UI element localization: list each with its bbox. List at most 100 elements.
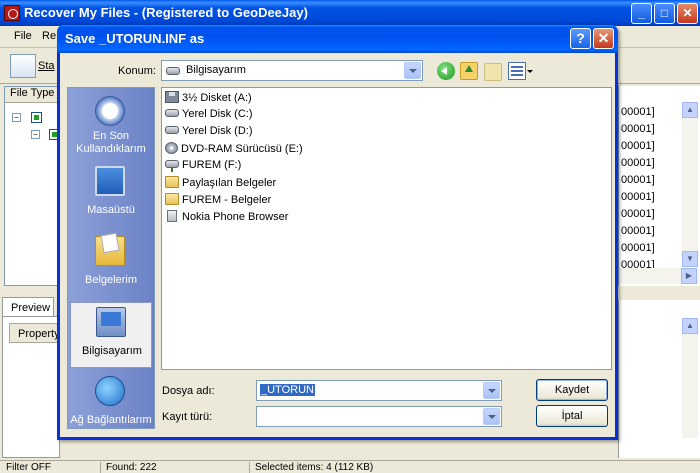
list-item[interactable]: 00001]: [621, 225, 655, 242]
minimize-button[interactable]: _: [631, 3, 652, 24]
item-label: 3½ Disket (A:): [182, 92, 252, 104]
desktop-icon: [95, 166, 125, 196]
file-type-header: File Type: [5, 87, 59, 103]
my-computer-icon: [96, 307, 126, 337]
recent-documents-icon: [95, 96, 125, 126]
back-icon[interactable]: [437, 62, 455, 80]
scroll-up-icon[interactable]: ▲: [682, 102, 698, 118]
tree-collapse-icon[interactable]: −: [12, 113, 21, 122]
up-folder-icon[interactable]: [460, 62, 478, 80]
chevron-down-icon[interactable]: [483, 408, 500, 425]
list-item-shared-docs[interactable]: Paylaşılan Belgeler: [165, 176, 276, 192]
list-item[interactable]: 00001]: [621, 174, 655, 191]
filename-label: Dosya adı:: [162, 385, 215, 397]
start-button[interactable]: Sta: [10, 54, 55, 78]
chevron-down-icon[interactable]: [483, 382, 500, 399]
preview-content-panel: ▲: [618, 300, 700, 458]
tree-collapse-icon[interactable]: −: [31, 130, 40, 139]
app-title: Recover My Files - (Registered to GeoDee…: [24, 5, 308, 20]
item-label: FUREM - Belgeler: [182, 194, 272, 206]
item-label: FUREM (F:): [182, 159, 242, 171]
status-bar: Filter OFF Found: 222 Selected items: 4 …: [0, 460, 700, 473]
filename-value[interactable]: _UTORUN: [260, 384, 315, 396]
place-recent[interactable]: En Son Kullandıklarım: [70, 92, 152, 158]
list-item-disk-c[interactable]: Yerel Disk (C:): [165, 108, 253, 124]
item-label: Paylaşılan Belgeler: [182, 177, 277, 189]
status-separator: [100, 462, 101, 473]
properties-button[interactable]: Property: [9, 323, 59, 343]
cancel-button[interactable]: İptal: [536, 405, 608, 427]
scroll-right-icon[interactable]: ▶: [681, 268, 697, 284]
list-item-nokia[interactable]: Nokia Phone Browser: [165, 210, 288, 226]
new-folder-icon[interactable]: [484, 63, 502, 81]
start-label: Sta: [38, 60, 55, 72]
list-item[interactable]: 00001]: [621, 157, 655, 174]
hard-disk-icon: [165, 126, 179, 134]
file-browser-list: 3½ Disket (A:) Yerel Disk (C:) Yerel Dis…: [161, 87, 612, 370]
list-item[interactable]: 00001]: [621, 191, 655, 208]
folder-icon: [165, 176, 179, 188]
places-bar: En Son Kullandıklarım Masaüstü Belgeleri…: [67, 87, 155, 429]
status-separator: [249, 462, 250, 473]
start-search-icon: [10, 54, 36, 78]
list-item-dvd[interactable]: DVD-RAM Sürücüsü (E:): [165, 142, 303, 158]
list-item[interactable]: 00001]: [621, 242, 655, 259]
item-label: DVD-RAM Sürücüsü (E:): [181, 143, 303, 155]
preview-scrollbar[interactable]: ▲: [682, 318, 698, 438]
vertical-scrollbar[interactable]: ▲ ▼: [682, 102, 698, 267]
place-network[interactable]: Ağ Bağlantılarım: [70, 372, 152, 438]
place-desktop[interactable]: Masaüstü: [70, 162, 152, 228]
dialog-close-button[interactable]: ✕: [593, 28, 614, 49]
save-as-dialog: Save _UTORUN.INF as ? ✕ Konum: Bilgisaya…: [57, 25, 618, 440]
file-type-tree: File Type − −: [4, 86, 60, 286]
horizontal-scrollbar[interactable]: ▶: [619, 268, 699, 284]
list-item[interactable]: 00001]: [621, 123, 655, 140]
place-label: Ağ Bağlantılarım: [70, 414, 152, 426]
network-places-icon: [95, 376, 125, 406]
phone-icon: [167, 210, 177, 222]
save-button[interactable]: Kaydet: [536, 379, 608, 401]
place-my-computer[interactable]: Bilgisayarım: [70, 302, 152, 368]
list-item[interactable]: 00001]: [621, 208, 655, 225]
computer-small-icon: [166, 67, 180, 75]
help-button[interactable]: ?: [570, 28, 591, 49]
list-item-furem-docs[interactable]: FUREM - Belgeler: [165, 193, 271, 209]
list-item[interactable]: 00001]: [621, 140, 655, 157]
place-my-documents[interactable]: Belgelerim: [70, 232, 152, 298]
scroll-up-icon[interactable]: ▲: [682, 318, 698, 334]
item-label: Yerel Disk (C:): [182, 108, 253, 120]
item-label: Yerel Disk (D:): [182, 125, 253, 137]
list-item[interactable]: 00001]: [621, 106, 655, 123]
maximize-button[interactable]: □: [654, 3, 675, 24]
preview-panel: Property: [2, 316, 60, 458]
views-caret-icon[interactable]: [527, 70, 533, 73]
place-label: En Son Kullandıklarım: [76, 130, 146, 155]
tree-checkbox[interactable]: [31, 112, 42, 123]
status-selected: Selected items: 4 (112 KB): [255, 462, 374, 473]
location-value: Bilgisayarım: [186, 64, 246, 76]
close-button[interactable]: ✕: [677, 3, 698, 24]
chevron-down-icon[interactable]: [404, 62, 421, 79]
filetype-dropdown[interactable]: [256, 406, 502, 427]
list-item-network-drive[interactable]: FUREM (F:): [165, 159, 241, 175]
place-label: Bilgisayarım: [82, 345, 142, 357]
location-label: Konum:: [118, 65, 156, 77]
list-item-floppy[interactable]: 3½ Disket (A:): [165, 91, 252, 107]
app-title-bar: Recover My Files - (Registered to GeoDee…: [0, 0, 700, 26]
menu-file[interactable]: File: [14, 30, 32, 42]
location-dropdown[interactable]: Bilgisayarım: [161, 60, 423, 81]
place-label: Belgelerim: [85, 274, 137, 286]
list-item-disk-d[interactable]: Yerel Disk (D:): [165, 125, 253, 141]
filename-field[interactable]: _UTORUN: [256, 380, 502, 401]
dialog-title: Save _UTORUN.INF as: [65, 31, 205, 46]
item-label: Nokia Phone Browser: [182, 211, 289, 223]
status-filter: Filter OFF: [6, 462, 51, 473]
views-icon[interactable]: [508, 62, 526, 80]
scroll-down-icon[interactable]: ▼: [682, 251, 698, 267]
file-list: 00001] 00001] 00001] 00001] 00001] 00001…: [618, 86, 700, 286]
tab-preview[interactable]: Preview: [2, 297, 54, 317]
app-logo-icon: [4, 5, 20, 21]
dialog-title-bar: Save _UTORUN.INF as ? ✕: [57, 25, 618, 53]
menu-recover[interactable]: Re: [42, 30, 56, 42]
filetype-label: Kayıt türü:: [162, 411, 213, 423]
